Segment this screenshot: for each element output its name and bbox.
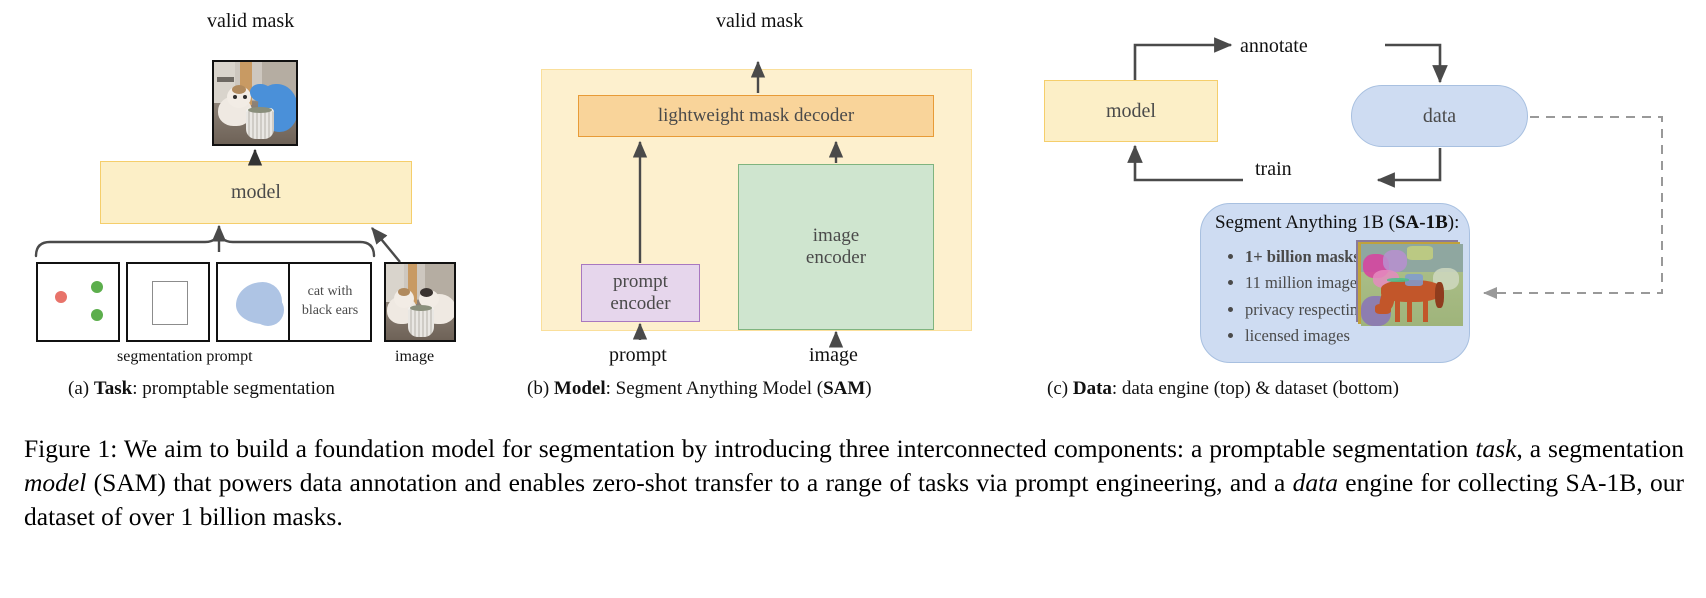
panel-b-subcaption-mid: : Segment Anything Model ( xyxy=(605,378,824,399)
panel-a-subcaption: (a) Task: promptable segmentation xyxy=(68,378,335,400)
arrow-annotate-left xyxy=(1133,37,1233,80)
input-image xyxy=(386,264,454,340)
panel-a-input-image-thumbnail xyxy=(384,262,456,342)
dataset-sample-image xyxy=(1361,244,1463,326)
pot-soil xyxy=(248,107,272,113)
mask-decoder-box: lightweight mask decoder xyxy=(578,95,934,137)
caption-part-2: , a segmentation xyxy=(1516,434,1684,463)
panel-a-image-label: image xyxy=(395,348,435,365)
prompt-tile-text: cat with black ears xyxy=(288,262,372,342)
sa1b-bullet-3: licensed images xyxy=(1245,323,1366,349)
arrow-train-right xyxy=(1376,148,1442,188)
panel-c-data-label: data xyxy=(1422,104,1457,127)
panel-b-input-image-label: image xyxy=(809,344,858,366)
horse-leg-3 xyxy=(1423,298,1428,322)
sa1b-dataset-card: Segment Anything 1B (SA-1B): 1+ billion … xyxy=(1200,203,1470,363)
prompt-encoder-box: prompt encoder xyxy=(581,264,700,322)
valid-mask-image xyxy=(214,62,296,144)
sa1b-bullet-2-text: privacy respecting xyxy=(1245,299,1367,319)
panel-b-output-label: valid mask xyxy=(716,10,804,32)
figure-1: valid mask model cat with black ears seg… xyxy=(0,0,1706,598)
image-encoder-box: image encoder xyxy=(738,164,934,330)
sa1b-bullet-1: 11 million images xyxy=(1245,270,1366,296)
positive-point-icon-2 xyxy=(91,309,103,321)
horse-head xyxy=(1375,304,1391,314)
panel-c-subcaption-prefix: (c) xyxy=(1047,378,1073,399)
scene-shelf xyxy=(217,76,234,82)
image-encoder-label-line-1: image xyxy=(812,225,860,247)
panel-a-subcaption-bold: Task xyxy=(93,378,133,399)
panel-a-model-box: model xyxy=(100,161,412,224)
cat-head-patch xyxy=(232,85,246,94)
panel-b-subcaption-suffix: ) xyxy=(865,378,872,399)
arrow-train-left xyxy=(1127,144,1243,182)
mask-decoder-label: lightweight mask decoder xyxy=(657,105,855,127)
input-cat-patch-left xyxy=(398,288,410,296)
caption-italic-model: model xyxy=(24,467,87,497)
sa1b-bullet-1-text: 11 million images xyxy=(1245,273,1364,293)
panel-b-input-prompt-label: prompt xyxy=(609,344,667,366)
horse-tail xyxy=(1435,282,1444,308)
panel-a-subcaption-prefix: (a) xyxy=(68,378,94,399)
panel-c-model-box: model xyxy=(1044,80,1218,142)
sa1b-bullet-0-text: 1+ billion masks xyxy=(1245,247,1360,266)
arrow-image-to-model xyxy=(371,227,401,263)
cat-eye-right xyxy=(243,95,247,99)
panel-c-data-box: data xyxy=(1351,85,1528,147)
prompt-encoder-label-line-2: encoder xyxy=(610,293,671,314)
panel-a-output-label: valid mask xyxy=(207,10,295,32)
valid-mask-thumbnail xyxy=(212,60,298,146)
panel-c-subcaption-bold: Data xyxy=(1072,378,1112,399)
caption-italic-data: data xyxy=(1292,467,1338,497)
sa1b-bullet-3-text: licensed images xyxy=(1245,326,1350,346)
caption-part-3: (SAM) that powers data annotation and en… xyxy=(86,467,1293,497)
train-edge-label: train xyxy=(1255,158,1292,180)
figure-caption: Figure 1: We aim to build a foundation m… xyxy=(24,432,1684,534)
segment-mask-rein xyxy=(1387,278,1409,282)
image-encoder-label-line-2: encoder xyxy=(805,247,867,268)
text-prompt-line-2: black ears xyxy=(301,303,359,318)
horse-leg-1 xyxy=(1395,298,1400,322)
horse-leg-2 xyxy=(1407,298,1412,322)
annotate-edge-label: annotate xyxy=(1240,35,1308,57)
sa1b-bullet-2: privacy respecting xyxy=(1245,297,1366,323)
caption-italic-task: task xyxy=(1475,434,1517,463)
panel-b-subcaption-bold: Model xyxy=(553,378,606,399)
prompt-encoder-label-line-1: prompt xyxy=(613,271,668,293)
prompt-tile-points xyxy=(36,262,120,342)
prompt-tile-box xyxy=(126,262,210,342)
cat-eye-left xyxy=(233,95,237,99)
negative-point-icon xyxy=(55,291,67,303)
panel-c-subcaption-suffix: : data engine (top) & dataset (bottom) xyxy=(1111,378,1399,399)
sa1b-title-bold: SA-1B xyxy=(1394,212,1448,233)
mask-blob-icon-lobe xyxy=(252,294,284,326)
text-prompt-line-1: cat with xyxy=(307,284,353,300)
segmentation-prompt-group-label: segmentation prompt xyxy=(117,348,253,365)
prompt-group-brace xyxy=(34,227,376,258)
sa1b-bullet-0: 1+ billion masks xyxy=(1245,244,1366,270)
sa1b-dataset-title: Segment Anything 1B (SA-1B): xyxy=(1215,212,1459,234)
caption-part-1: Figure 1: We aim to build a foundation m… xyxy=(24,434,1476,463)
input-cat-patch-right xyxy=(420,288,433,297)
sa1b-title-prefix: Segment Anything 1B ( xyxy=(1215,212,1395,233)
panel-b-subcaption-prefix: (b) xyxy=(527,378,554,399)
arrow-annotate-right xyxy=(1385,43,1448,84)
blue-mask-head xyxy=(250,84,272,102)
positive-point-icon-1 xyxy=(91,281,103,293)
panel-c-subcaption: (c) Data: data engine (top) & dataset (b… xyxy=(1047,378,1399,400)
sa1b-bullet-list: 1+ billion masks 11 million images priva… xyxy=(1227,244,1366,350)
segment-mask-olive xyxy=(1407,246,1433,260)
input-pot-soil xyxy=(410,305,432,311)
panel-b-subcaption: (b) Model: Segment Anything Model (SAM) xyxy=(527,378,872,400)
panel-a-subcaption-suffix: : promptable segmentation xyxy=(132,378,335,399)
panel-c-model-label: model xyxy=(1106,99,1156,122)
panel-b-subcaption-bold2: SAM xyxy=(823,378,866,399)
panel-a-model-label: model xyxy=(231,181,281,203)
sa1b-title-suffix: ): xyxy=(1447,212,1460,233)
bounding-box-icon xyxy=(152,281,188,325)
segment-mask-violet xyxy=(1383,250,1407,272)
